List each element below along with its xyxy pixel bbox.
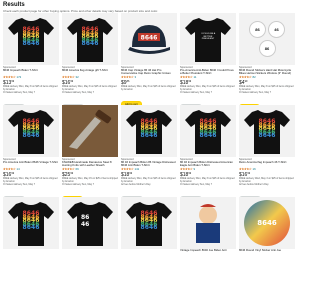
fastest-delivery: Arrives before Mother's Day (121, 183, 151, 187)
product-image[interactable]: I COULD BE A BETTER PRESIDENT (180, 13, 236, 65)
tshirt-icon: 8646 8646 8646 8646 8646 (126, 107, 172, 155)
product-image[interactable] (180, 197, 236, 249)
product-card[interactable]: 8646 8646 8646 8646 8646 Sponsored Retro Ameri… (239, 105, 295, 197)
delivery-info: FREE delivery Mon, May 8 on $25 of items… (121, 85, 176, 92)
rating-count[interactable]: 82 (253, 75, 256, 79)
product-image[interactable]: 8646 8646 8646 8646 8646 (239, 105, 295, 157)
product-card[interactable]: 8646 Sponsored 8646 Cap Vintage 86 46 Hat … (121, 13, 177, 105)
rating-count[interactable]: 3 (135, 75, 137, 79)
product-image[interactable]: 8646 8646 8646 8646 8646 (121, 197, 177, 249)
shirt-print: 8646 8646 8646 8646 8646 (81, 26, 99, 48)
shirt-print: 8646 8646 8646 8646 8646 (22, 210, 40, 232)
shirt-print: 86 46 (81, 214, 90, 228)
product-title[interactable]: Vintage Impeach 8646 Joe Biden Anti (180, 249, 236, 256)
knife-icon (69, 109, 112, 149)
rating-count[interactable]: 141 (135, 167, 140, 171)
results-grid: 8646 8646 8646 8646 8646 Sponsored 8646 Impeac… (3, 13, 297, 289)
product-card[interactable]: 8646 8646 8646 8646 8646 Sponsored Pro America… (3, 105, 59, 197)
product-image[interactable]: 8646 8646 8646 8646 8646 (3, 105, 59, 157)
results-title: Results (3, 2, 25, 8)
tshirt-icon: I COULD BE A BETTER PRESIDENT (185, 15, 231, 63)
product-card[interactable]: 86 46 (62, 197, 118, 289)
fastest-delivery: Or fastest delivery Sun, May 7 (180, 91, 213, 95)
fastest-delivery: Or fastest delivery Sun, May 7 (3, 183, 36, 187)
product-image[interactable]: 86 46 (62, 197, 118, 249)
tshirt-icon: 8646 8646 8646 8646 8646 (8, 15, 54, 63)
product-card[interactable]: 8646 8646 8646 8646 8646 (121, 197, 177, 289)
product-card[interactable]: I COULD BE A BETTER PRESIDENT Sponsored Pr… (180, 13, 236, 105)
fastest-delivery: Or fastest delivery Sun, May 7 (180, 183, 213, 187)
rating-count[interactable]: 172 (17, 75, 22, 79)
rating-count[interactable]: 16 (253, 167, 256, 171)
rating-count[interactable]: 32 (76, 75, 79, 79)
product-card[interactable]: 8646 8646 8646 8646 8646 Sponsored 86 46 Impea… (180, 105, 236, 197)
product-image[interactable]: 8646 (239, 197, 295, 249)
fastest-delivery: Or fastest delivery Sun, May 7 (62, 183, 95, 187)
sticker-icon: 86 (258, 40, 276, 57)
product-image[interactable]: 8646 8646 8646 8646 8646 (3, 13, 59, 65)
product-image[interactable]: 8646 (121, 13, 177, 65)
rating-count[interactable]: 11 (194, 75, 197, 79)
product-image[interactable]: 8646 8646 8646 8646 8646 (3, 197, 59, 249)
product-image[interactable]: 8646 8646 8646 8646 8646 (62, 13, 118, 65)
fastest-delivery: Or fastest delivery Sun, May 7 (239, 91, 272, 95)
product-title[interactable]: 8646 Round Vinyl Sticker Anti Joe (239, 249, 295, 256)
shirt-print: 8646 8646 8646 8646 8646 (258, 118, 276, 140)
product-image[interactable]: 8646 8646 8646 8646 8646 (121, 105, 177, 157)
fastest-delivery: Or fastest delivery Sun, May 7 (62, 91, 95, 95)
shirt-print: 8646 8646 8646 8646 8646 (22, 118, 40, 140)
cartoon-icon (196, 204, 220, 243)
tshirt-icon: 8646 8646 8646 8646 8646 (185, 107, 231, 155)
sticker-icon: 86 (249, 21, 266, 38)
product-card[interactable]: 8646 8646 8646 8646 8646 (3, 197, 59, 289)
product-card[interactable]: 8646 8646 Round Vinyl Sticker Anti Joe (239, 197, 295, 289)
fastest-delivery: Arrives before Mother's Day (239, 183, 269, 187)
shirt-print: 8646 8646 8646 8646 8646 (22, 26, 40, 48)
shirt-print-text: I COULD BE A BETTER PRESIDENT (200, 33, 216, 41)
fastest-delivery: Or fastest delivery Sun, May 7 (3, 91, 36, 95)
tshirt-icon: 8646 8646 8646 8646 8646 (8, 199, 54, 247)
svg-text:8646: 8646 (141, 35, 158, 42)
tshirt-icon: 8646 8646 8646 8646 8646 (244, 107, 290, 155)
shirt-print: 8646 8646 8646 8646 8646 (140, 118, 158, 140)
product-card[interactable]: 8646 8646 8646 8646 8646 Sponsored 86 46 Impea… (121, 105, 177, 197)
sticker-icon: 46 (268, 21, 285, 38)
rating-count[interactable]: 69 (76, 167, 79, 171)
product-card[interactable]: 8646 8646 8646 8646 8646 Sponsored 8646 Americ… (62, 13, 118, 105)
tshirt-icon: 8646 8646 8646 8646 8646 (67, 15, 113, 63)
product-card[interactable]: Vintage Impeach 8646 Joe Biden Anti (180, 197, 236, 289)
product-image[interactable]: 86 46 86 (239, 13, 295, 65)
tshirt-icon: 86 46 (67, 199, 113, 247)
product-card[interactable]: 8646 8646 8646 8646 8646 Sponsored 8646 Impeac… (3, 13, 59, 105)
rating-count[interactable]: 9 (194, 167, 196, 171)
shirt-print: I COULD BE A BETTER PRESIDENT (199, 29, 217, 45)
shirt-print: 8646 8646 8646 8646 8646 (199, 118, 217, 140)
product-card[interactable]: Sponsored KNLWEB Handmade Damascus Steel … (62, 105, 118, 197)
product-image[interactable] (62, 105, 118, 157)
results-header: Results Check each product page for othe… (3, 2, 297, 13)
cap-icon: 8646 (128, 25, 170, 54)
shirt-print: 8646 8646 8646 8646 8646 (140, 210, 158, 232)
product-card[interactable]: 86 46 86 Sponsored 8646 Round Stickers Hard … (239, 13, 295, 105)
tshirt-icon: 8646 8646 8646 8646 8646 (8, 107, 54, 155)
product-image[interactable]: 8646 8646 8646 8646 8646 (180, 105, 236, 157)
sticker-text: 8646 (257, 219, 277, 227)
tshirt-icon: 8646 8646 8646 8646 8646 (126, 199, 172, 247)
rating-count[interactable]: 14 (17, 167, 20, 171)
